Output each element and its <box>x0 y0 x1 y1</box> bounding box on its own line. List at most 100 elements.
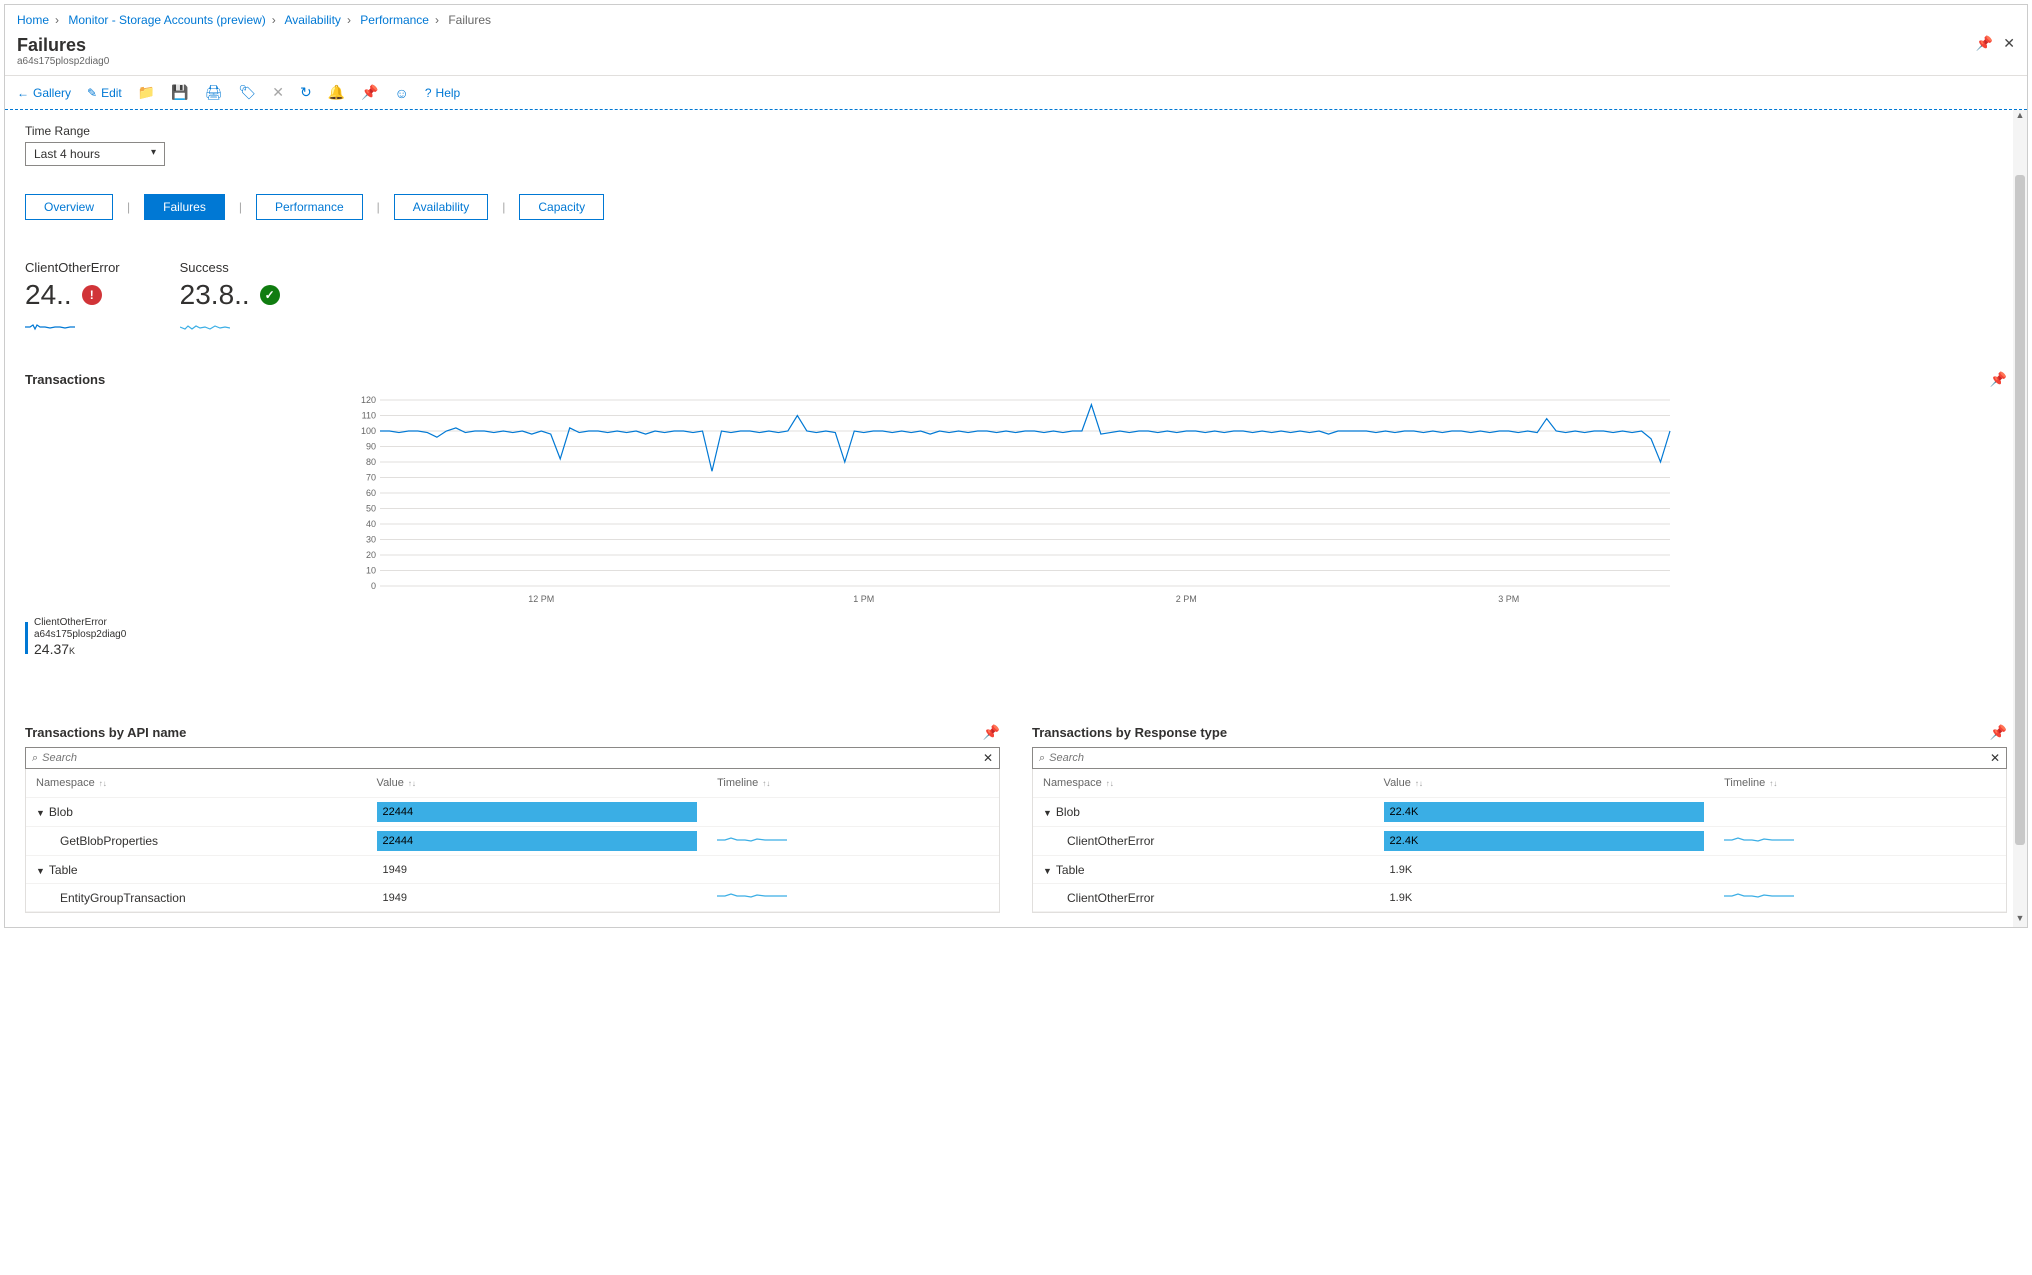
pin-icon[interactable]: 📌 <box>983 724 1000 741</box>
svg-text:70: 70 <box>366 473 376 483</box>
sort-icon: ↑↓ <box>408 779 416 788</box>
close-icon[interactable]: ✕ <box>2003 35 2015 52</box>
tab-capacity[interactable]: Capacity <box>519 194 604 220</box>
sparkline <box>180 319 230 335</box>
pin-icon[interactable]: 📌 <box>1990 371 2007 388</box>
help-button[interactable]: ?Help <box>425 86 460 100</box>
tab-availability[interactable]: Availability <box>394 194 488 220</box>
time-range-select[interactable]: Last 4 hours <box>25 142 165 166</box>
search-input[interactable] <box>42 752 983 764</box>
svg-text:30: 30 <box>366 535 376 545</box>
transactions-chart[interactable]: 010203040506070809010011012012 PM1 PM2 P… <box>25 396 2007 609</box>
table-row[interactable]: ▼Blob22444 <box>26 798 999 827</box>
search-icon: ⌕ <box>32 752 38 765</box>
legend-unit: K <box>69 646 75 656</box>
svg-text:0: 0 <box>371 581 376 591</box>
table-row[interactable]: ▼Table1.9K <box>1033 856 2006 884</box>
success-badge-icon: ✓ <box>260 285 280 305</box>
breadcrumb-current: Failures <box>448 13 491 27</box>
chart-legend: ClientOtherError a64s175plosp2diag0 24.3… <box>25 617 2007 658</box>
pin-icon[interactable]: 📌 <box>361 84 378 101</box>
breadcrumb-link-availability[interactable]: Availability <box>284 13 340 27</box>
cell-namespace: ClientOtherError <box>1033 887 1374 909</box>
cell-value: 1.9K <box>1374 886 1715 910</box>
tab-performance[interactable]: Performance <box>256 194 363 220</box>
col-header-namespace[interactable]: Namespace↑↓ <box>1033 773 1374 793</box>
breadcrumb: Home › Monitor - Storage Accounts (previe… <box>5 5 2027 31</box>
breadcrumb-link-monitor[interactable]: Monitor - Storage Accounts (preview) <box>68 13 265 27</box>
back-arrow-icon: ← <box>17 86 29 100</box>
chevron-right-icon: › <box>347 13 351 27</box>
cell-namespace: GetBlobProperties <box>26 830 367 852</box>
clear-icon[interactable]: ✕ <box>1990 751 2000 765</box>
feedback-icon[interactable]: ☺ <box>395 85 409 101</box>
table-row[interactable]: ▼Table1949 <box>26 856 999 884</box>
chevron-right-icon: › <box>55 13 59 27</box>
stat-card-success: Success 23.8.. ✓ <box>180 260 280 335</box>
pin-icon[interactable]: 📌 <box>1990 724 2007 741</box>
col-header-value[interactable]: Value↑↓ <box>367 773 708 793</box>
col-header-timeline[interactable]: Timeline↑↓ <box>1714 773 2006 793</box>
alert-icon[interactable]: 🔔 <box>328 84 345 101</box>
legend-sub: a64s175plosp2diag0 <box>34 629 126 641</box>
save-as-icon[interactable]: 🖨 <box>205 84 223 101</box>
table-row[interactable]: GetBlobProperties22444 <box>26 827 999 856</box>
table-row[interactable]: EntityGroupTransaction1949 <box>26 884 999 912</box>
table-row[interactable]: ClientOtherError1.9K <box>1033 884 2006 912</box>
cell-timeline <box>1714 886 2006 909</box>
save-icon[interactable]: 💾 <box>171 84 188 101</box>
stat-value: 23.8.. <box>180 279 250 311</box>
tag-icon[interactable]: 🏷 <box>238 84 256 101</box>
search-box[interactable]: ⌕ ✕ <box>1032 747 2007 769</box>
breadcrumb-link-performance[interactable]: Performance <box>360 13 429 27</box>
toolbar: ←Gallery ✎Edit 📁 💾 🖨 🏷 ✕ ↻ 🔔 📌 ☺ ?Help <box>5 75 2027 110</box>
pin-icon[interactable]: 📌 <box>1976 35 1993 52</box>
sort-icon: ↑↓ <box>762 779 770 788</box>
expand-toggle-icon[interactable]: ▼ <box>36 808 45 818</box>
cell-timeline <box>1714 866 2006 874</box>
col-header-timeline[interactable]: Timeline↑↓ <box>707 773 999 793</box>
svg-text:90: 90 <box>366 442 376 452</box>
cell-value: 22444 <box>367 827 708 855</box>
scroll-down-icon[interactable]: ▼ <box>2013 913 2027 927</box>
open-folder-icon[interactable]: 📁 <box>138 84 155 101</box>
stat-value: 24.. <box>25 279 72 311</box>
svg-text:50: 50 <box>366 504 376 514</box>
edit-button[interactable]: ✎Edit <box>87 86 122 100</box>
cell-timeline <box>1714 830 2006 853</box>
tab-failures[interactable]: Failures <box>144 194 225 220</box>
table-row[interactable]: ▼Blob22.4K <box>1033 798 2006 827</box>
clear-icon[interactable]: ✕ <box>983 751 993 765</box>
scroll-up-icon[interactable]: ▲ <box>2013 110 2027 124</box>
svg-text:40: 40 <box>366 519 376 529</box>
page-subtitle: a64s175plosp2diag0 <box>17 56 109 67</box>
refresh-icon[interactable]: ↻ <box>300 84 312 101</box>
sort-icon: ↑↓ <box>1106 779 1114 788</box>
expand-toggle-icon[interactable]: ▼ <box>1043 808 1052 818</box>
svg-text:110: 110 <box>362 411 376 421</box>
cell-namespace: ▼Table <box>1033 859 1374 881</box>
expand-toggle-icon[interactable]: ▼ <box>36 866 45 876</box>
table-row[interactable]: ClientOtherError22.4K <box>1033 827 2006 856</box>
col-header-namespace[interactable]: Namespace↑↓ <box>26 773 367 793</box>
discard-icon[interactable]: ✕ <box>272 84 284 101</box>
breadcrumb-link-home[interactable]: Home <box>17 13 49 27</box>
svg-text:2 PM: 2 PM <box>1176 594 1197 604</box>
cell-value: 1.9K <box>1374 858 1715 882</box>
cell-timeline <box>707 808 999 816</box>
col-header-value[interactable]: Value↑↓ <box>1374 773 1715 793</box>
gallery-button[interactable]: ←Gallery <box>17 86 71 100</box>
table: Namespace↑↓ Value↑↓ Timeline↑↓ ▼Blob22.4… <box>1032 769 2007 913</box>
cell-value: 1949 <box>367 886 708 910</box>
expand-toggle-icon[interactable]: ▼ <box>1043 866 1052 876</box>
cell-timeline <box>707 830 999 853</box>
search-icon: ⌕ <box>1039 752 1045 765</box>
search-box[interactable]: ⌕ ✕ <box>25 747 1000 769</box>
scrollbar[interactable]: ▲ ▼ <box>2013 110 2027 927</box>
time-range-label: Time Range <box>25 124 2007 138</box>
tab-overview[interactable]: Overview <box>25 194 113 220</box>
page-title: Failures <box>17 35 109 56</box>
search-input[interactable] <box>1049 752 1990 764</box>
scrollbar-thumb[interactable] <box>2015 175 2025 845</box>
sort-icon: ↑↓ <box>99 779 107 788</box>
